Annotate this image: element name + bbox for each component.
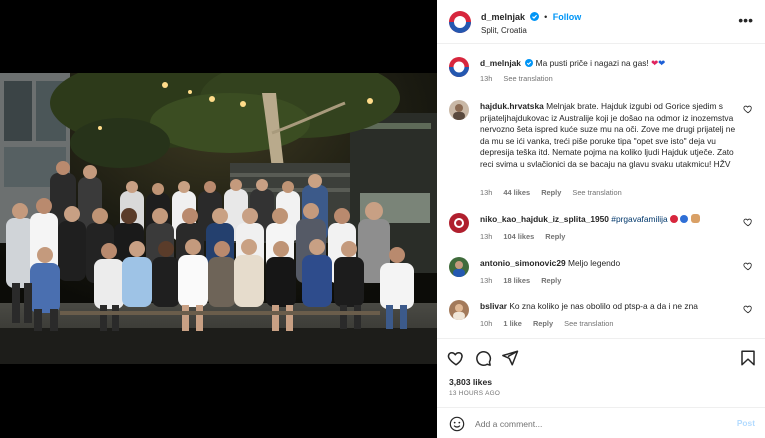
blue-circle-emoji-icon [680,215,689,223]
comment-text: hajduk.hrvatska Melnjak brate. Hajduk iz… [480,101,742,170]
comment-meta: 10h 1 like Reply See translation [480,319,622,328]
reply-button[interactable]: Reply [545,232,565,241]
author-avatar[interactable] [449,11,471,33]
post-location[interactable]: Split, Croatia [481,26,527,35]
comment-likes[interactable]: 44 likes [503,188,530,197]
comments-section[interactable]: d_melnjak Ma pusti priče i nagazi na gas… [437,44,765,338]
more-options-icon[interactable]: ••• [738,12,753,28]
comment-likes[interactable]: 18 likes [503,276,530,285]
comment-body: Ko zna koliko je nas obolilo od ptsp-a a… [509,301,698,311]
caption-text: d_melnjak Ma pusti priče i nagazi na gas… [480,58,742,71]
flexed-biceps-emoji-icon [690,214,700,223]
like-comment-icon[interactable] [743,304,753,314]
caption-age[interactable]: 13h [480,74,492,83]
commenter-username[interactable]: antonio_simonovic29 [480,258,566,268]
add-comment-bar: Post [437,407,765,438]
comment-age[interactable]: 13h [480,188,492,197]
commenter-username[interactable]: hajduk.hrvatska [480,101,544,111]
separator-dot: • [544,12,548,22]
see-translation-link[interactable]: See translation [503,74,552,83]
verified-badge-icon [525,59,534,71]
commenter-avatar[interactable] [449,213,469,233]
comment-bubble-icon[interactable] [474,349,492,367]
like-comment-icon[interactable] [743,217,753,227]
like-comment-icon[interactable] [743,261,753,271]
post-comment-button[interactable]: Post [737,418,755,428]
comment-body: Melnjak brate. Hajduk izgubi od Gorice s… [480,101,736,169]
commenter-avatar[interactable] [449,300,469,320]
post-media-panel [0,0,437,438]
comment-body: Meljo legendo [567,258,621,268]
comment-text: niko_kao_hajduk_iz_splita_1950 #prgavafa… [480,214,742,226]
reply-button[interactable]: Reply [533,319,553,328]
like-comment-icon[interactable] [743,104,753,114]
comment-age[interactable]: 13h [480,276,492,285]
commenter-username[interactable]: niko_kao_hajduk_iz_splita_1950 [480,214,609,224]
post-details-panel: d_melnjak • Follow Split, Croatia ••• d_… [437,0,765,438]
comment-age[interactable]: 10h [480,319,492,328]
like-heart-icon[interactable] [447,349,465,367]
comment-text: antonio_simonovic29 Meljo legendo [480,258,742,270]
hashtag-link[interactable]: #prgavafamilija [611,214,667,224]
team-photo[interactable] [0,73,437,364]
follow-button[interactable]: Follow [553,12,582,22]
caption-meta: 13h See translation [480,74,562,83]
post-actions: 3,803 likes 13 HOURS AGO Post [437,338,765,438]
post-timestamp[interactable]: 13 HOURS AGO [449,390,500,397]
comment-item: hajduk.hrvatska Melnjak brate. Hajduk iz… [449,100,753,200]
verified-badge-icon [529,12,539,23]
caption: d_melnjak Ma pusti priče i nagazi na gas… [449,57,753,87]
team-photo-image [0,73,437,364]
author-avatar-small[interactable] [449,57,469,77]
emoji-smiley-icon[interactable] [449,416,465,432]
comment-meta: 13h 44 likes Reply See translation [480,188,631,197]
comment-likes[interactable]: 1 like [503,319,522,328]
reply-button[interactable]: Reply [541,188,561,197]
blue-heart-emoji-icon: ❤ [658,58,666,68]
comment-meta: 13h 18 likes Reply [480,276,570,285]
comment-item: antonio_simonovic29 Meljo legendo 13h 18… [449,257,753,287]
red-circle-emoji-icon [669,215,678,223]
comment-age[interactable]: 13h [480,232,492,241]
commenter-avatar[interactable] [449,257,469,277]
comment-meta: 13h 104 likes Reply [480,232,574,241]
caption-username[interactable]: d_melnjak [480,58,521,68]
see-translation-link[interactable]: See translation [564,319,613,328]
post-header: d_melnjak • Follow Split, Croatia ••• [437,0,765,44]
comment-text: bslivar Ko zna koliko je nas obolilo od … [480,301,742,313]
caption-body: Ma pusti priče i nagazi na gas! [535,58,649,68]
likes-count[interactable]: 3,803 likes [449,377,492,387]
reply-button[interactable]: Reply [541,276,561,285]
comment-item: niko_kao_hajduk_iz_splita_1950 #prgavafa… [449,213,753,243]
comment-item: bslivar Ko zna koliko je nas obolilo od … [449,300,753,330]
commenter-avatar[interactable] [449,100,469,120]
save-bookmark-icon[interactable] [739,349,757,367]
share-paper-plane-icon[interactable] [501,349,519,367]
comment-input[interactable] [475,415,715,433]
commenter-username[interactable]: bslivar [480,301,507,311]
see-translation-link[interactable]: See translation [572,188,621,197]
comment-likes[interactable]: 104 likes [503,232,534,241]
author-username[interactable]: d_melnjak [481,12,525,22]
